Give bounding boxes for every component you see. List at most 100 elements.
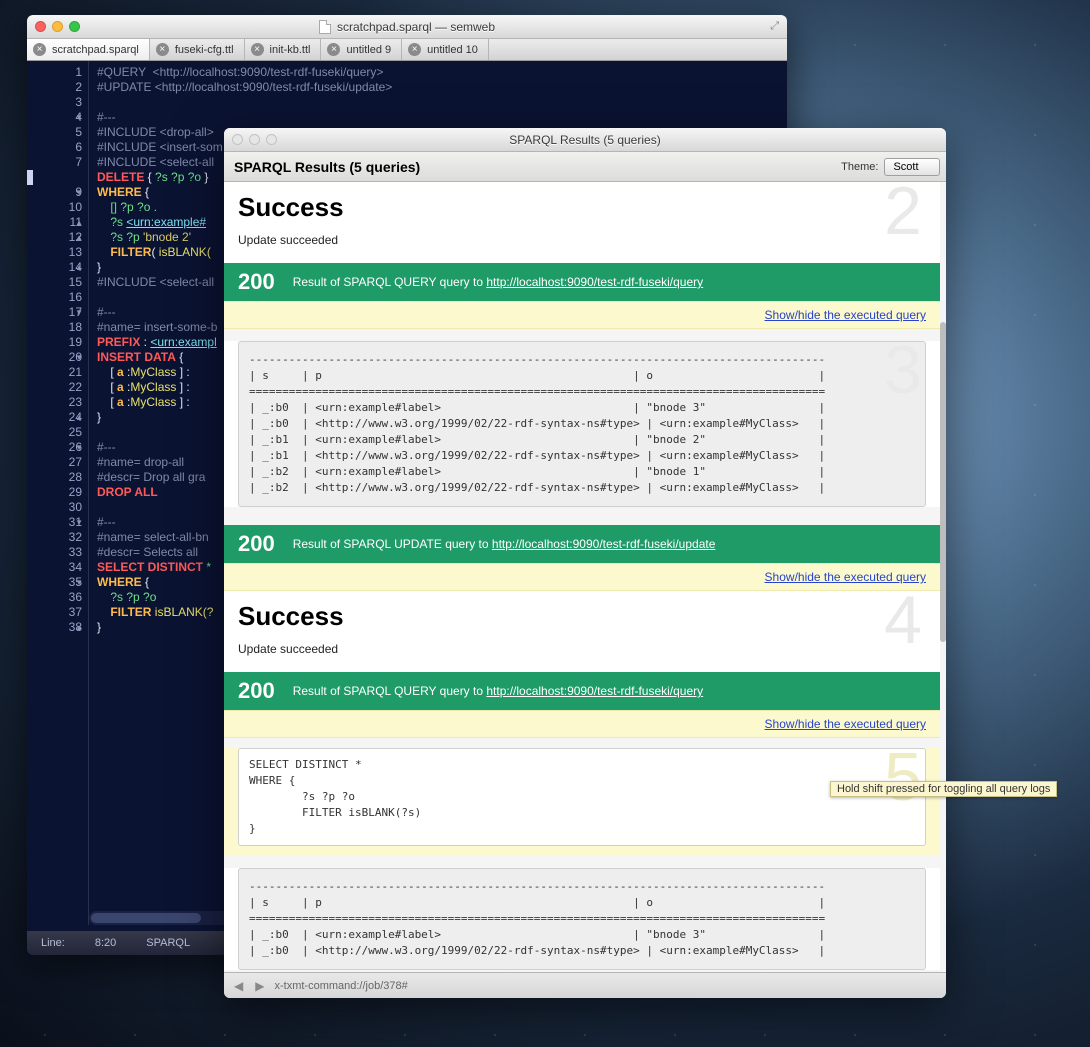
query-toggle-bar: Show/hide the executed query bbox=[224, 301, 940, 329]
close-tab-icon[interactable]: × bbox=[251, 43, 264, 56]
result-block-5-table: ----------------------------------------… bbox=[224, 868, 940, 970]
editor-titlebar[interactable]: scratchpad.sparql — semweb ⤢ bbox=[27, 15, 787, 39]
code-token: * bbox=[203, 560, 211, 574]
http-status-code: 200 bbox=[238, 269, 275, 295]
window-title-text: scratchpad.sparql — semweb bbox=[337, 20, 495, 34]
endpoint-link[interactable]: http://localhost:9090/test-rdf-fuseki/qu… bbox=[486, 275, 703, 289]
code-line: #name= select-all-bn bbox=[97, 530, 209, 544]
code-token: a bbox=[117, 365, 124, 379]
theme-dropdown[interactable]: Scott bbox=[884, 158, 940, 176]
endpoint-link[interactable]: http://localhost:9090/test-rdf-fuseki/up… bbox=[492, 537, 715, 551]
code-token: FILTER bbox=[97, 245, 151, 259]
scrollbar-thumb[interactable] bbox=[940, 322, 946, 642]
vertical-scrollbar[interactable] bbox=[940, 182, 946, 972]
close-icon[interactable] bbox=[35, 21, 46, 32]
status-text: Result of SPARQL QUERY query to http://l… bbox=[293, 684, 703, 698]
tab-label: init-kb.ttl bbox=[270, 44, 311, 56]
status-text: Result of SPARQL QUERY query to http://l… bbox=[293, 275, 703, 289]
footer-url: x-txmt-command://job/378# bbox=[274, 980, 407, 992]
code-token: DELETE bbox=[97, 170, 144, 184]
code-line: #INCLUDE <select-all bbox=[97, 155, 214, 169]
code-token: a bbox=[117, 380, 124, 394]
http-status-code: 200 bbox=[238, 531, 275, 557]
result-index: 5 bbox=[884, 738, 922, 816]
window-title: scratchpad.sparql — semweb bbox=[27, 20, 787, 34]
status-bar-200: 200 Result of SPARQL QUERY query to http… bbox=[224, 263, 940, 301]
result-table: ----------------------------------------… bbox=[238, 341, 926, 507]
code-token: ?s ?p bbox=[97, 230, 143, 244]
zoom-icon[interactable] bbox=[69, 21, 80, 32]
query-toggle-bar: Show/hide the executed query bbox=[224, 710, 940, 738]
code-line: #--- bbox=[97, 515, 116, 529]
code-line: #UPDATE <http://localhost:9090/test-rdf-… bbox=[97, 80, 392, 94]
code-token: ] : bbox=[176, 365, 189, 379]
code-token: ( bbox=[151, 245, 158, 259]
result-block-3: 3 --------------------------------------… bbox=[224, 341, 940, 507]
code-token: <urn:example# bbox=[126, 215, 206, 229]
scrollbar-thumb[interactable] bbox=[91, 913, 201, 923]
zoom-icon[interactable] bbox=[266, 134, 277, 145]
http-status-code: 200 bbox=[238, 678, 275, 704]
status-text-prefix: Result of SPARQL UPDATE query to bbox=[293, 537, 492, 551]
results-scroll-area[interactable]: 2 Success Update succeeded 200 Result of… bbox=[224, 182, 940, 972]
code-token: FILTER bbox=[97, 605, 151, 619]
code-line: DROP ALL bbox=[97, 485, 158, 499]
code-token: INSERT DATA bbox=[97, 350, 176, 364]
code-token: isBLANK(? bbox=[151, 605, 213, 619]
code-token: MyClass bbox=[130, 395, 176, 409]
status-language[interactable]: SPARQL bbox=[146, 937, 190, 949]
line-number-gutter: 1234▼56789▼1011▲12▲1314▲151617▼181920▼21… bbox=[27, 61, 89, 925]
endpoint-link[interactable]: http://localhost:9090/test-rdf-fuseki/qu… bbox=[486, 684, 703, 698]
code-token: WHERE bbox=[97, 575, 142, 589]
minimize-icon[interactable] bbox=[249, 134, 260, 145]
success-heading: Success bbox=[238, 192, 926, 223]
results-titlebar[interactable]: SPARQL Results (5 queries) bbox=[224, 128, 946, 152]
toggle-query-link[interactable]: Show/hide the executed query bbox=[765, 308, 926, 322]
close-tab-icon[interactable]: × bbox=[156, 43, 169, 56]
results-header: SPARQL Results (5 queries) Theme: Scott bbox=[224, 152, 946, 182]
code-token: [ bbox=[97, 395, 117, 409]
code-token: [ bbox=[97, 380, 117, 394]
status-line-label: Line: bbox=[41, 937, 65, 949]
tab-init-kb[interactable]: × init-kb.ttl bbox=[245, 39, 322, 60]
results-body: 2 Success Update succeeded 200 Result of… bbox=[224, 182, 946, 972]
results-header-title: SPARQL Results (5 queries) bbox=[234, 159, 420, 175]
code-line: } bbox=[97, 620, 101, 634]
code-token: ?s bbox=[97, 215, 126, 229]
code-token: SELECT DISTINCT bbox=[97, 560, 203, 574]
toggle-query-link[interactable]: Show/hide the executed query bbox=[765, 717, 926, 731]
code-line: #INCLUDE <drop-all> bbox=[97, 125, 214, 139]
close-tab-icon[interactable]: × bbox=[33, 43, 46, 56]
result-table: ----------------------------------------… bbox=[238, 868, 926, 970]
code-line: #INCLUDE <select-all bbox=[97, 275, 214, 289]
results-footer: ◀ ▶ x-txmt-command://job/378# bbox=[224, 972, 946, 998]
results-window: SPARQL Results (5 queries) SPARQL Result… bbox=[224, 128, 946, 998]
code-token: : bbox=[140, 335, 150, 349]
code-line: #--- bbox=[97, 305, 116, 319]
success-heading: Success bbox=[238, 601, 926, 632]
tab-untitled-9[interactable]: ×untitled 9 bbox=[321, 39, 402, 60]
code-token: MyClass bbox=[130, 365, 176, 379]
nav-forward-icon[interactable]: ▶ bbox=[253, 979, 266, 993]
tab-scratchpad[interactable]: ×scratchpad.sparql bbox=[27, 39, 150, 60]
close-icon[interactable] bbox=[232, 134, 243, 145]
code-line: } bbox=[97, 260, 101, 274]
result-block-5: 5 SELECT DISTINCT * WHERE { ?s ?p ?o FIL… bbox=[224, 748, 940, 856]
nav-back-icon[interactable]: ◀ bbox=[232, 979, 245, 993]
close-tab-icon[interactable]: × bbox=[327, 43, 340, 56]
tab-untitled-10[interactable]: ×untitled 10 bbox=[402, 39, 489, 60]
code-token: { bbox=[144, 170, 155, 184]
theme-label: Theme: bbox=[841, 161, 878, 173]
code-line: #--- bbox=[97, 110, 116, 124]
tab-fuseki-cfg[interactable]: ×fuseki-cfg.ttl bbox=[150, 39, 245, 60]
code-token: isBLANK( bbox=[159, 245, 211, 259]
minimize-icon[interactable] bbox=[52, 21, 63, 32]
code-line: #QUERY <http://localhost:9090/test-rdf-f… bbox=[97, 65, 383, 79]
code-line: } bbox=[97, 410, 101, 424]
code-line: #descr= Drop all gra bbox=[97, 470, 205, 484]
code-token: ] : bbox=[176, 380, 189, 394]
expand-icon[interactable]: ⤢ bbox=[770, 20, 779, 33]
status-cursor-position: 8:20 bbox=[95, 937, 116, 949]
code-token: <urn:exampl bbox=[150, 335, 216, 349]
close-tab-icon[interactable]: × bbox=[408, 43, 421, 56]
